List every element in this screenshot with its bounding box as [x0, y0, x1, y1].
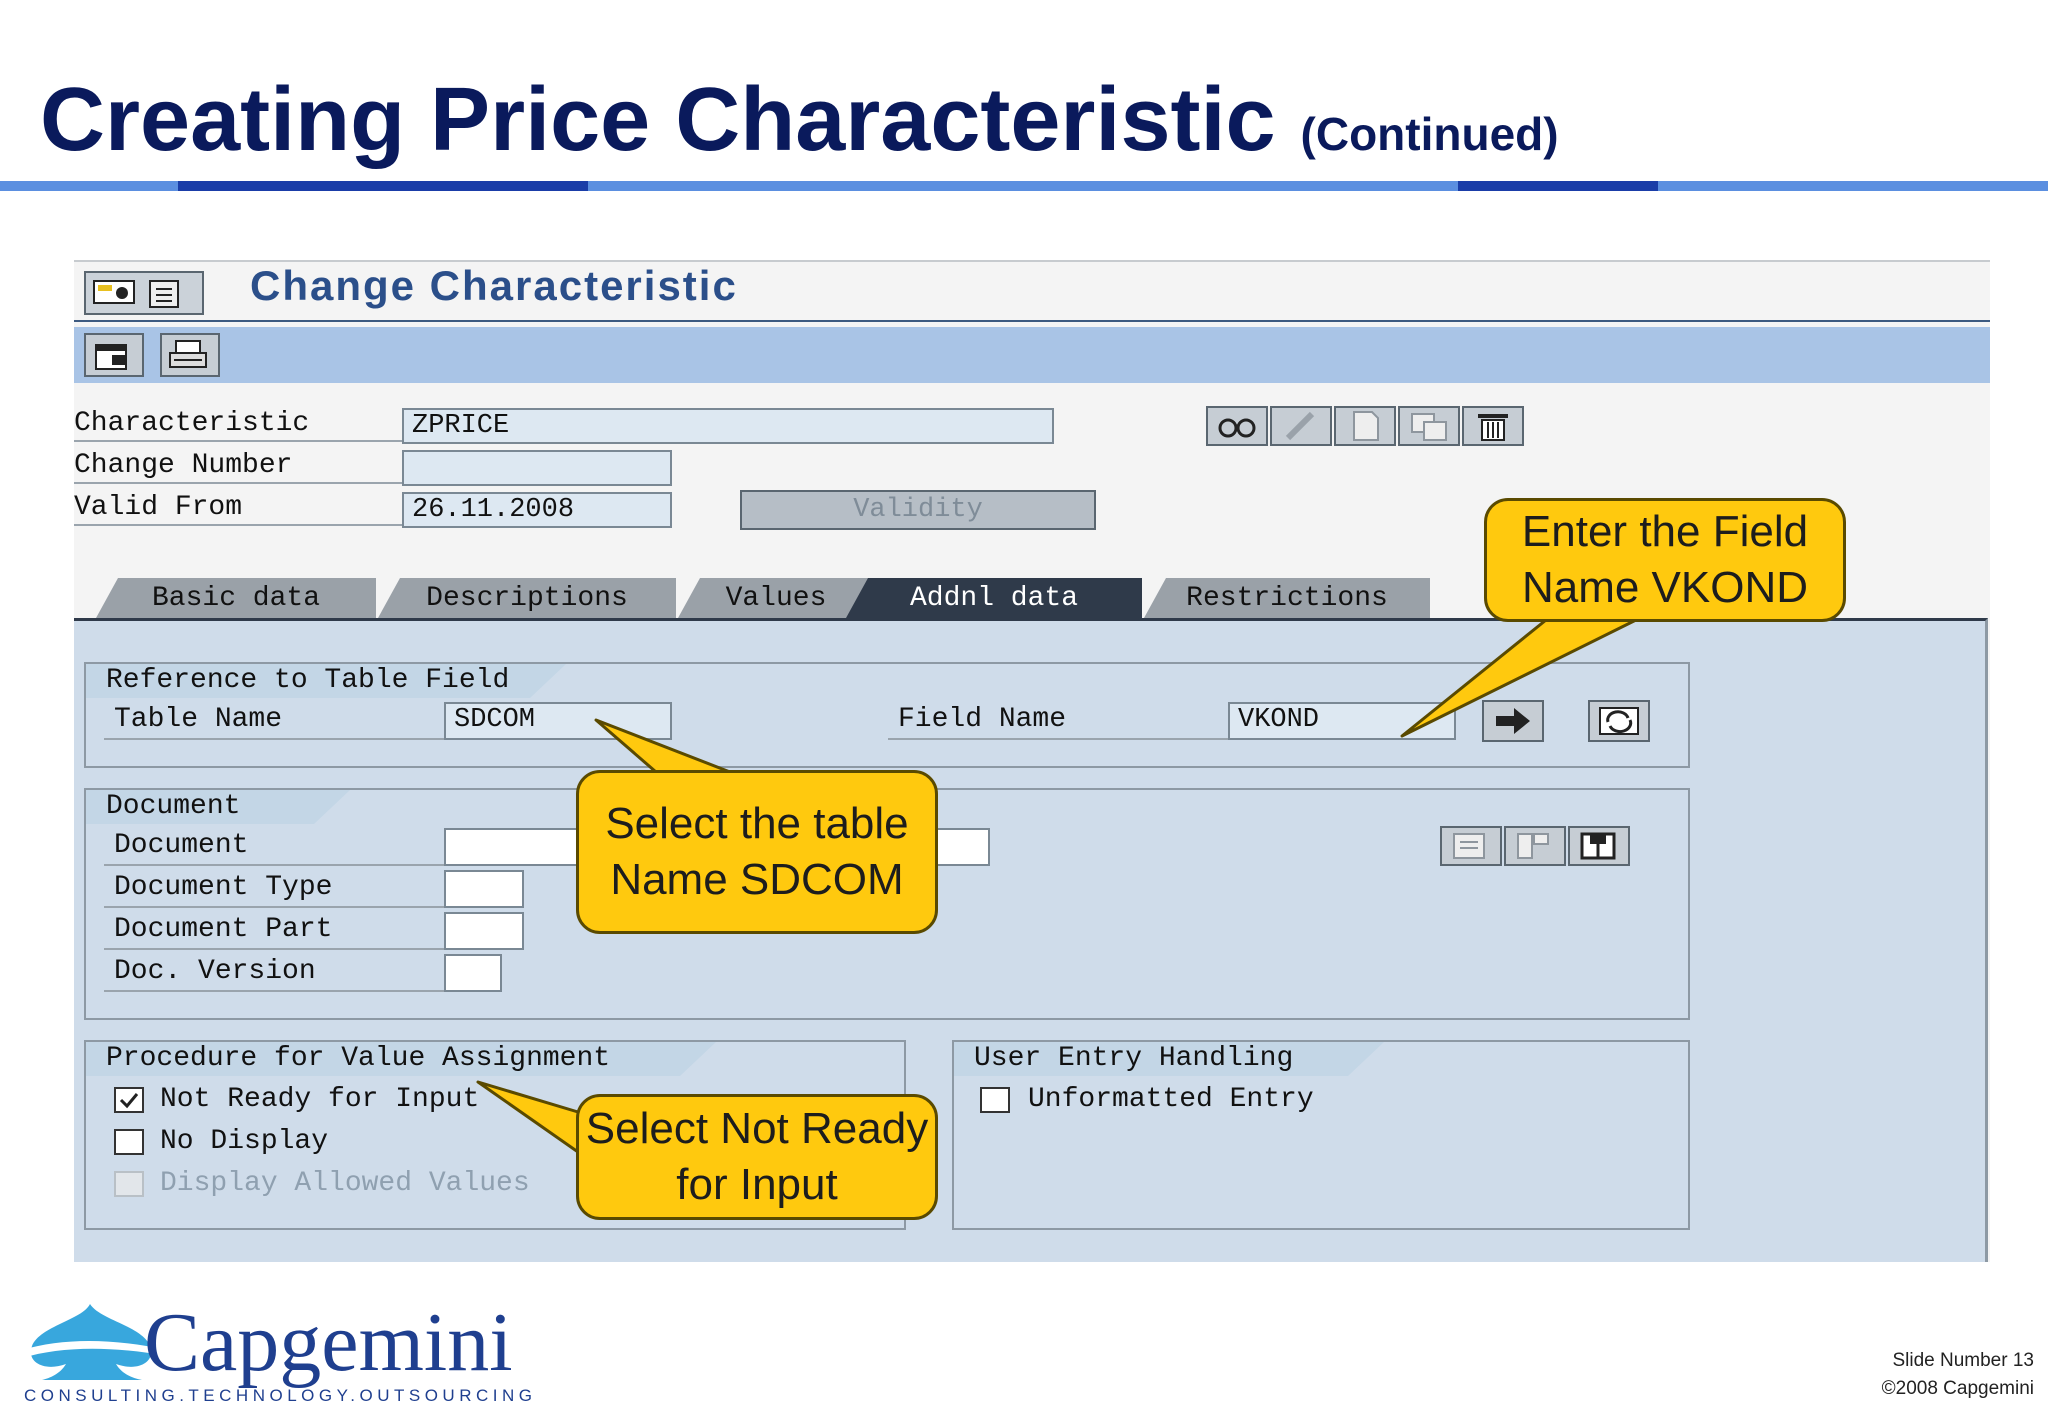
callout-pointer-field-name: [1400, 618, 1638, 738]
callout-table-name: Select the table Name SDCOM: [576, 770, 938, 934]
slide-number: Slide Number 13: [1892, 1350, 2034, 1371]
callout-pointer-table-name: [594, 718, 732, 774]
callout-not-ready: Select Not Ready for Input: [576, 1094, 938, 1220]
callout-field-name: Enter the Field Name VKOND: [1484, 498, 1846, 622]
callout-pointers: [476, 618, 1638, 1154]
capgemini-logo: Capgemini CONSULTING.TECHNOLOGY.OUTSOURC…: [22, 1298, 532, 1408]
copyright: ©2008 Capgemini: [1881, 1378, 2034, 1399]
logo-wordmark: Capgemini: [144, 1296, 513, 1389]
logo-tagline: CONSULTING.TECHNOLOGY.OUTSOURCING: [24, 1386, 537, 1405]
callout-pointer-not-ready: [476, 1080, 580, 1154]
